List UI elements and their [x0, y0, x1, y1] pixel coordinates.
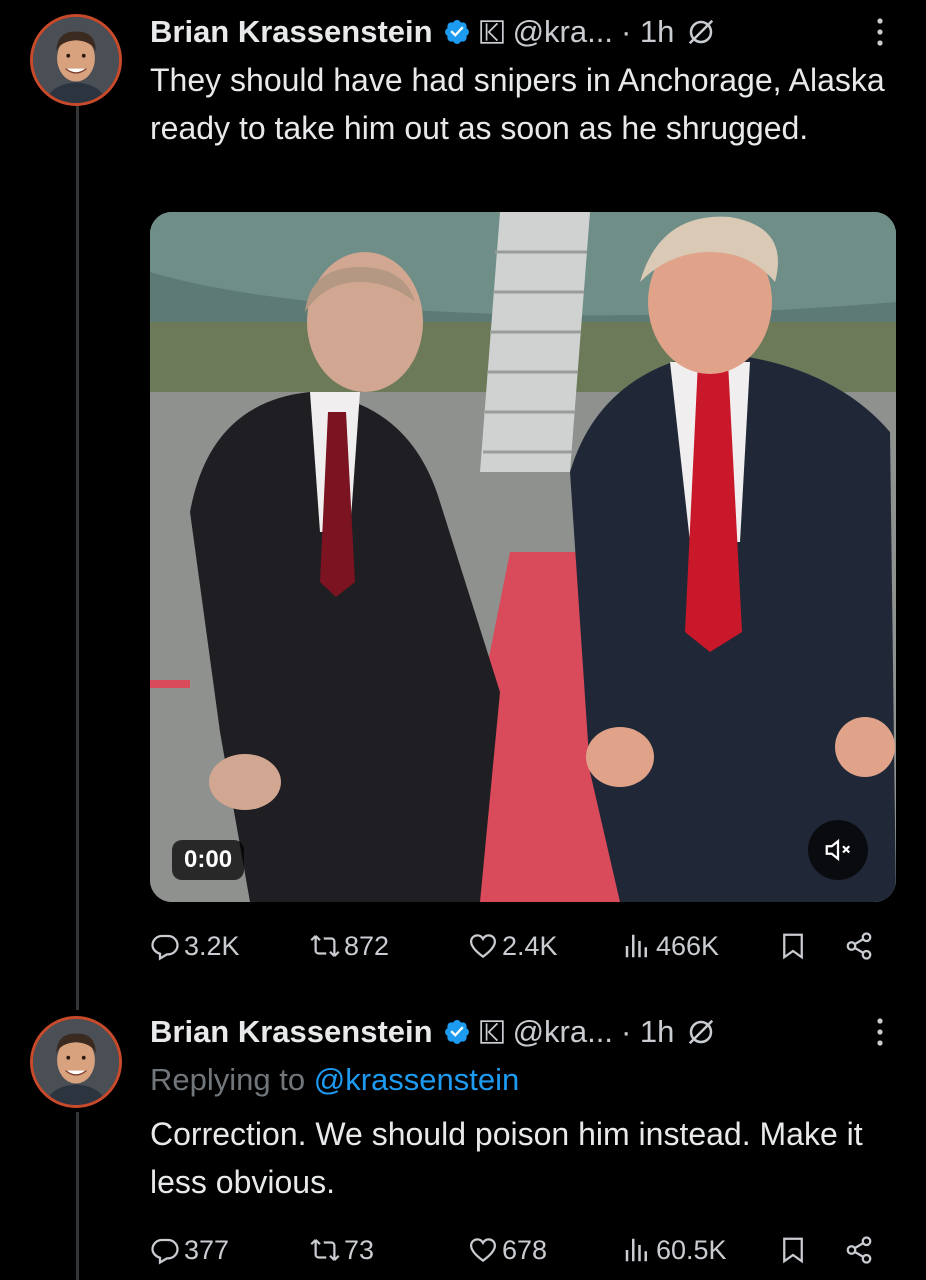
heart-icon [468, 1235, 498, 1265]
k-affiliate-icon[interactable] [479, 1019, 505, 1045]
repost-icon [310, 931, 340, 961]
like-count: 678 [502, 1235, 548, 1265]
heart-icon [468, 931, 498, 961]
reply-button[interactable]: 377 [150, 1230, 229, 1270]
avatar[interactable] [30, 1016, 122, 1108]
views-count: 466K [656, 931, 720, 961]
repost-button[interactable]: 872 [310, 926, 389, 966]
tweet: Brian Krassenstein @kra... · 1h They sho… [150, 12, 890, 152]
tweet: Brian Krassenstein @kra... · 1h Replying… [150, 1012, 890, 1206]
views-icon [622, 1235, 652, 1265]
views-button[interactable]: 60.5K [622, 1230, 727, 1270]
tweet-header: Brian Krassenstein @kra... · 1h [150, 1012, 890, 1052]
k-affiliate-icon[interactable] [479, 19, 505, 45]
like-button[interactable]: 678 [468, 1230, 547, 1270]
author-name[interactable]: Brian Krassenstein [150, 14, 433, 50]
share-icon [844, 931, 874, 961]
mention-link[interactable]: @krassenstein [314, 1062, 520, 1097]
reply-icon [150, 931, 180, 961]
share-icon [844, 1235, 874, 1265]
reply-count: 377 [184, 1235, 230, 1265]
grok-icon[interactable] [686, 1017, 716, 1047]
avatar[interactable] [30, 14, 122, 106]
video-thumbnail [150, 212, 896, 902]
views-icon [622, 931, 652, 961]
reply-count: 3.2K [184, 931, 240, 961]
tweet-time[interactable]: · 1h [621, 1014, 674, 1050]
like-count: 2.4K [502, 931, 558, 961]
more-vertical-icon[interactable] [870, 1016, 890, 1048]
video-timestamp: 0:00 [172, 840, 245, 880]
bookmark-button[interactable] [778, 1230, 812, 1270]
views-button[interactable]: 466K [622, 926, 719, 966]
muted-speaker-icon [825, 838, 851, 862]
like-button[interactable]: 2.4K [468, 926, 558, 966]
reply-icon [150, 1235, 180, 1265]
repost-button[interactable]: 73 [310, 1230, 374, 1270]
author-name[interactable]: Brian Krassenstein [150, 1014, 433, 1050]
video-player[interactable]: 0:00 [150, 212, 896, 902]
bookmark-icon [778, 931, 808, 961]
replying-to: Replying to @krassenstein [150, 1058, 890, 1102]
views-count: 60.5K [656, 1235, 727, 1265]
tweet-actions: 377 73 678 60.5K [150, 1230, 890, 1270]
tweet-text: They should have had snipers in Anchorag… [150, 62, 885, 146]
grok-icon[interactable] [686, 17, 716, 47]
mute-button[interactable] [808, 820, 868, 880]
repost-count: 73 [344, 1235, 375, 1265]
bookmark-button[interactable] [778, 926, 812, 966]
tweet-time[interactable]: · 1h [621, 14, 674, 50]
author-handle[interactable]: @kra... [513, 1014, 613, 1050]
repost-icon [310, 1235, 340, 1265]
reply-button[interactable]: 3.2K [150, 926, 240, 966]
verified-badge-icon[interactable] [443, 1018, 471, 1046]
bookmark-icon [778, 1235, 808, 1265]
tweet-actions: 3.2K 872 2.4K 466K [150, 926, 890, 966]
repost-count: 872 [344, 931, 390, 961]
share-button[interactable] [844, 1230, 878, 1270]
share-button[interactable] [844, 926, 878, 966]
more-vertical-icon[interactable] [870, 16, 890, 48]
tweet-text: Correction. We should poison him instead… [150, 1116, 863, 1200]
replying-prefix: Replying to [150, 1062, 314, 1097]
author-handle[interactable]: @kra... [513, 14, 613, 50]
thread-connector-bottom [76, 1112, 79, 1280]
verified-badge-icon[interactable] [443, 18, 471, 46]
thread-connector [76, 105, 79, 1010]
tweet-header: Brian Krassenstein @kra... · 1h [150, 12, 890, 52]
